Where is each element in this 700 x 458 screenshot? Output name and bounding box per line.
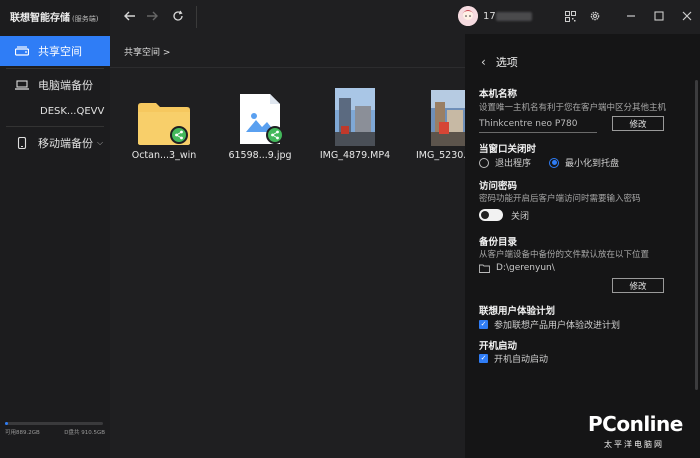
chevron-down-icon[interactable]: ⌵	[97, 138, 103, 148]
username-redacted	[496, 12, 532, 21]
backup-path: D:\gerenyun\	[479, 263, 555, 273]
qr-code-icon[interactable]	[562, 8, 578, 24]
panel-title: 选项	[495, 56, 518, 69]
backup-dir-title: 备份目录	[479, 237, 518, 248]
radio-minimize-tray[interactable]	[549, 157, 560, 168]
settings-panel: ‹ 选项 本机名称 设置唯一主机名有利于您在客户端中区分其他主机 Thinkce…	[465, 34, 700, 458]
share-icon	[266, 126, 284, 144]
password-desc: 密码功能开启后客户端访问时需要输入密码	[479, 194, 641, 204]
autostart-title: 开机启动	[479, 341, 518, 352]
watermark-cn: 太平洋电脑网	[604, 440, 664, 449]
laptop-icon	[14, 79, 30, 91]
watermark-brand: PConline	[588, 412, 683, 436]
file-item-image[interactable]: 61598...9.jpg	[218, 90, 302, 161]
divider	[6, 126, 104, 127]
sidebar-item-label: 共享空间	[38, 45, 82, 58]
backup-dir-desc: 从客户端设备中备份的文件默认放在以下位置	[479, 250, 650, 260]
sidebar-item-mobile-backup[interactable]: 移动端备份 ⌵	[0, 128, 110, 158]
app-title: 联想智能存储 (服务端)	[10, 9, 98, 24]
checkbox-autostart[interactable]: ✓	[479, 354, 488, 363]
close-behavior-options: 退出程序 最小化到托盘	[479, 156, 619, 169]
close-icon[interactable]	[679, 8, 695, 24]
photo-thumbnail	[409, 90, 465, 146]
chevron-left-icon[interactable]: ‹	[481, 55, 486, 69]
sidebar: 联想智能存储 (服务端) 共享空间 电脑端备份 DESK...QEVV 移动端备份…	[0, 0, 110, 458]
hostname-input[interactable]: Thinkcentre neo P780	[479, 117, 597, 133]
top-bar: 17	[110, 0, 700, 34]
drive-icon	[14, 45, 30, 57]
divider	[6, 68, 104, 69]
scrollbar[interactable]	[695, 80, 698, 390]
password-toggle[interactable]	[479, 209, 503, 221]
folder-icon	[122, 90, 206, 146]
video-thumbnail	[313, 88, 397, 146]
radio-minimize-label: 最小化到托盘	[565, 159, 620, 169]
hostname-title: 本机名称	[479, 89, 518, 100]
checkbox-experience[interactable]: ✓	[479, 320, 488, 329]
storage-bar-fill	[5, 422, 8, 425]
file-item-folder[interactable]: Octan...3_win	[122, 90, 206, 161]
experience-check-label: 参加联想产品用户体验改进计划	[494, 321, 621, 331]
password-title: 访问密码	[479, 181, 518, 192]
sidebar-item-label: 电脑端备份	[38, 79, 93, 92]
storage-text: 可用889.2GB D盘共 910.5GB	[5, 428, 105, 436]
file-name: IMG_5230.M	[416, 150, 465, 161]
sidebar-item-pc-backup[interactable]: 电脑端备份	[0, 70, 110, 100]
app-title-text: 联想智能存储	[10, 13, 70, 24]
share-icon	[170, 126, 188, 144]
image-file-icon	[218, 90, 302, 146]
autostart-check-label: 开机自动启动	[494, 355, 549, 365]
avatar[interactable]	[458, 6, 478, 26]
breadcrumb[interactable]: 共享空间 >	[124, 45, 170, 58]
phone-icon	[14, 137, 30, 149]
edit-backup-dir-button[interactable]: 修改	[612, 278, 664, 293]
hostname-desc: 设置唯一主机名有利于您在客户端中区分其他主机	[479, 103, 667, 113]
edit-hostname-button[interactable]: 修改	[612, 116, 664, 131]
gear-icon[interactable]	[587, 8, 603, 24]
file-name: 61598...9.jpg	[228, 150, 292, 161]
storage-bar	[5, 422, 103, 425]
autostart-check-row[interactable]: ✓ 开机自动启动	[479, 352, 548, 365]
file-item-video[interactable]: IMG_4879.MP4	[313, 88, 397, 161]
storage-available: 可用889.2GB	[5, 430, 40, 436]
file-name: Octan...3_win	[131, 150, 197, 161]
panel-header: ‹ 选项	[481, 54, 518, 70]
refresh-icon[interactable]	[170, 8, 186, 24]
sidebar-item-device[interactable]: DESK...QEVV	[40, 106, 104, 117]
minimize-icon[interactable]	[623, 8, 639, 24]
maximize-icon[interactable]	[651, 8, 667, 24]
password-toggle-label: 关闭	[511, 212, 530, 222]
close-behavior-title: 当窗口关闭时	[479, 144, 537, 155]
file-item-photo[interactable]: IMG_5230.M	[409, 90, 465, 161]
file-name: IMG_4879.MP4	[319, 150, 391, 161]
back-arrow-icon[interactable]	[122, 8, 138, 24]
forward-arrow-icon[interactable]	[144, 8, 160, 24]
sidebar-item-shared-space[interactable]: 共享空间	[0, 36, 110, 66]
experience-title: 联想用户体验计划	[479, 306, 556, 317]
radio-exit-label: 退出程序	[495, 159, 532, 169]
backup-path-text: D:\gerenyun\	[496, 263, 555, 273]
storage-total: D盘共 910.5GB	[64, 430, 105, 436]
divider	[196, 6, 197, 28]
radio-exit[interactable]	[479, 157, 489, 168]
sidebar-item-label: 移动端备份	[38, 137, 93, 150]
divider	[110, 67, 465, 68]
username: 17	[483, 11, 496, 22]
experience-check-row[interactable]: ✓ 参加联想产品用户体验改进计划	[479, 318, 620, 331]
app-subtitle: (服务端)	[72, 15, 99, 23]
watermark: PConline 太平洋电脑网	[588, 412, 683, 449]
folder-icon	[479, 264, 490, 273]
